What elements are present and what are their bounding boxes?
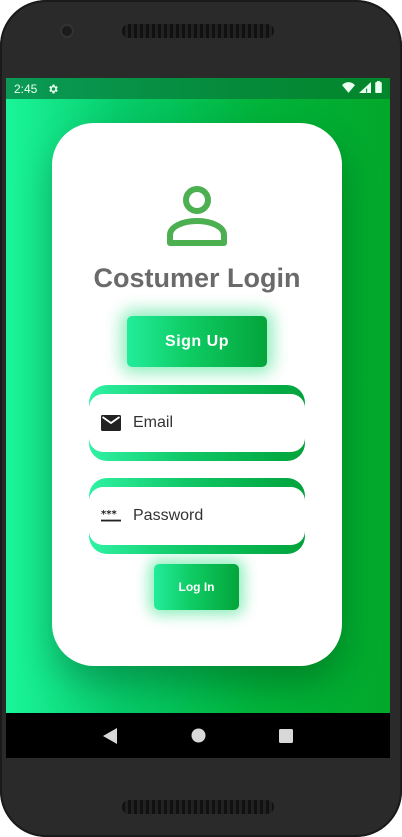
svg-text:***: ***	[101, 509, 117, 520]
status-icons	[342, 81, 382, 96]
gear-icon	[47, 83, 59, 95]
log-in-button[interactable]: Log In	[154, 564, 239, 610]
status-time: 2:45	[14, 81, 38, 96]
status-bar: 2:45	[6, 78, 390, 99]
wifi-icon	[342, 81, 355, 96]
navigation-bar	[6, 713, 390, 758]
top-speaker	[122, 24, 274, 38]
front-camera	[62, 26, 72, 36]
home-icon[interactable]	[188, 726, 208, 746]
mail-icon	[101, 413, 121, 433]
login-card: Costumer Login Sign Up ***	[52, 123, 342, 666]
recents-icon[interactable]	[276, 726, 296, 746]
password-field-frame: ***	[89, 478, 305, 554]
email-input[interactable]	[133, 414, 293, 432]
password-dots-icon: ***	[101, 506, 121, 526]
bottom-speaker	[122, 800, 274, 814]
email-field-container	[89, 394, 305, 452]
app-background: Costumer Login Sign Up ***	[6, 99, 390, 713]
password-input[interactable]	[133, 507, 293, 525]
battery-icon	[375, 81, 382, 96]
email-field-frame	[89, 385, 305, 461]
signal-icon	[359, 81, 371, 96]
device-screen: 2:45 Costumer Login Sign Up Email *** Lo…	[6, 78, 390, 758]
user-icon	[164, 183, 230, 249]
phone-frame: 2:45 Costumer Login Sign Up Email *** Lo…	[0, 0, 402, 837]
sign-up-button[interactable]: Sign Up	[127, 316, 267, 367]
back-icon[interactable]	[100, 726, 120, 746]
password-field-container: ***	[89, 487, 305, 545]
page-title: Costumer Login	[93, 263, 301, 293]
